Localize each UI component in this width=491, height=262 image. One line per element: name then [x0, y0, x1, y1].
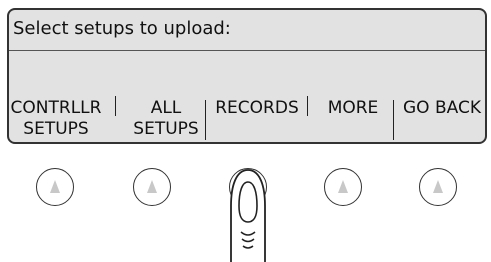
softkey-go-back: GO BACK — [397, 98, 485, 142]
pressing-finger-icon — [230, 169, 266, 262]
screen-title: Select setups to upload: — [13, 18, 231, 39]
softkey-label-line1: RECORDS — [215, 98, 299, 118]
up-arrow-icon — [433, 180, 443, 193]
softkey-label-line1: CONTRLLR — [10, 98, 102, 118]
softkey-label-line1: MORE — [327, 98, 379, 118]
softkey-button-4[interactable] — [324, 168, 362, 206]
title-divider — [9, 50, 485, 51]
softkey-all-setups: ALL SETUPS — [127, 98, 205, 142]
softkey-button-1[interactable] — [36, 168, 74, 206]
softkey-divider — [115, 96, 116, 116]
softkey-label-line1: GO BACK — [403, 98, 481, 118]
softkey-button-2[interactable] — [133, 168, 171, 206]
lcd-screen: Select setups to upload: CONTRLLR SETUPS… — [7, 8, 487, 144]
softkey-records: RECORDS — [207, 98, 307, 142]
up-arrow-icon — [338, 180, 348, 193]
softkey-label-line2: SETUPS — [133, 119, 199, 139]
softkey-label-line1: ALL — [150, 98, 182, 118]
softkey-divider — [307, 96, 308, 116]
softkey-divider — [205, 100, 206, 140]
softkey-label-line2: SETUPS — [23, 119, 89, 139]
softkey-button-5[interactable] — [419, 168, 457, 206]
softkey-divider — [393, 100, 394, 140]
up-arrow-icon — [147, 180, 157, 193]
softkey-more: MORE — [311, 98, 395, 142]
up-arrow-icon — [50, 180, 60, 193]
softkey-controller-setups: CONTRLLR SETUPS — [9, 98, 103, 142]
